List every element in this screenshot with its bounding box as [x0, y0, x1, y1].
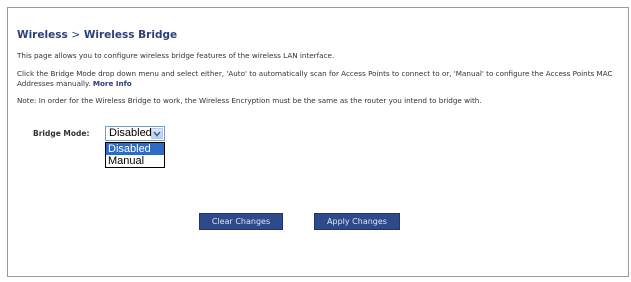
bridge-mode-label: Bridge Mode:	[33, 129, 90, 138]
bridge-mode-select[interactable]: Disabled	[105, 126, 165, 141]
title-separator: >	[71, 29, 81, 41]
more-info-link[interactable]: More Info	[93, 79, 132, 88]
content-panel	[7, 7, 629, 277]
note-text: Note: In order for the Wireless Bridge t…	[17, 96, 482, 105]
bridge-mode-value: Disabled	[109, 127, 152, 139]
title-subsection: Wireless Bridge	[83, 29, 178, 41]
title-section: Wireless	[17, 29, 68, 41]
bridge-mode-dropdown: Disabled Manual	[105, 142, 165, 168]
apply-changes-button[interactable]: Apply Changes	[314, 213, 400, 230]
option-disabled[interactable]: Disabled	[106, 143, 164, 155]
clear-changes-button[interactable]: Clear Changes	[199, 213, 283, 230]
instructions-block: Click the Bridge Mode drop down menu and…	[17, 69, 617, 88]
intro-text: This page allows you to configure wirele…	[17, 51, 335, 60]
chevron-down-icon[interactable]	[151, 128, 163, 139]
page-title: Wireless > Wireless Bridge	[17, 29, 177, 41]
option-manual[interactable]: Manual	[106, 155, 164, 167]
